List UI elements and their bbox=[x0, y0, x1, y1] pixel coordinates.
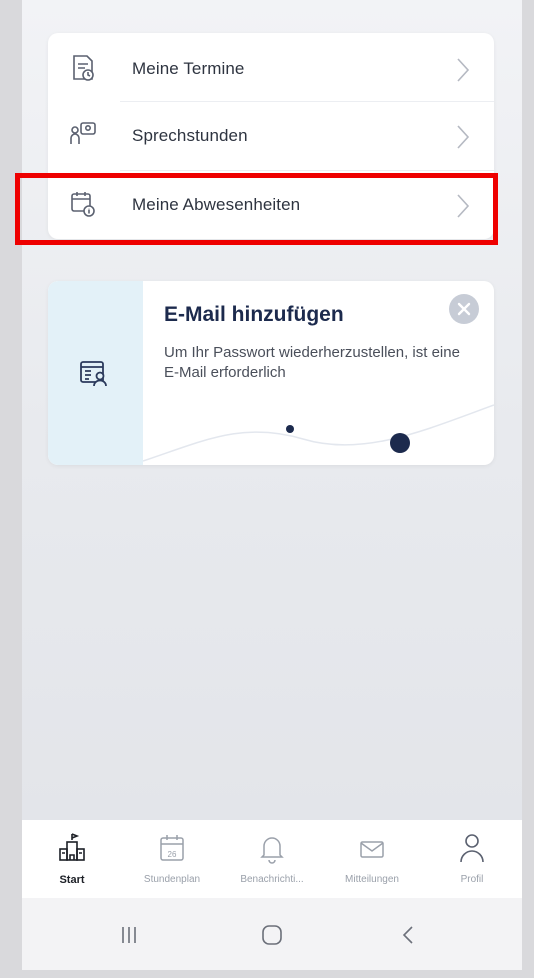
school-icon bbox=[59, 833, 85, 861]
chevron-right-icon bbox=[457, 58, 470, 82]
menu-item-label: Sprechstunden bbox=[132, 126, 248, 145]
bell-icon bbox=[260, 837, 284, 864]
tab-mitteilungen[interactable]: Mitteilungen bbox=[322, 820, 422, 898]
bottom-tab-bar: Start 26 Stundenplan Benachrichti... Mit… bbox=[22, 820, 522, 898]
promo-title: E-Mail hinzufügen bbox=[164, 303, 344, 326]
mail-icon bbox=[360, 841, 384, 858]
recent-apps-icon[interactable] bbox=[114, 920, 144, 950]
back-icon[interactable] bbox=[394, 920, 424, 950]
tab-label: Benachrichti... bbox=[240, 874, 304, 885]
close-icon[interactable] bbox=[448, 293, 480, 325]
svg-text:26: 26 bbox=[168, 850, 177, 859]
tab-profil[interactable]: Profil bbox=[422, 820, 522, 898]
home-icon[interactable] bbox=[257, 920, 287, 950]
tab-stundenplan[interactable]: 26 Stundenplan bbox=[122, 820, 222, 898]
menu-item-sprechstunden[interactable]: Sprechstunden bbox=[48, 102, 494, 170]
chevron-right-icon bbox=[457, 125, 470, 149]
calendar-icon: 26 bbox=[160, 835, 184, 861]
appointments-icon bbox=[73, 55, 94, 81]
consultation-icon bbox=[70, 122, 96, 144]
tab-benachrichtigungen[interactable]: Benachrichti... bbox=[222, 820, 322, 898]
profile-icon bbox=[460, 834, 484, 863]
tab-label: Start bbox=[59, 874, 85, 886]
tab-start[interactable]: Start bbox=[22, 820, 122, 898]
system-navigation-bar bbox=[22, 898, 522, 970]
promo-description: Um Ihr Passwort wiederherzustellen, ist … bbox=[164, 344, 460, 381]
app-screen: Meine Termine Sprechstunden Meine Abwese… bbox=[22, 0, 522, 970]
decorative-wave bbox=[143, 404, 494, 462]
promo-icon-panel bbox=[48, 281, 143, 465]
menu-item-label: Meine Termine bbox=[132, 59, 245, 78]
menu-item-meine-termine[interactable]: Meine Termine bbox=[48, 35, 494, 103]
tab-label: Profil bbox=[460, 874, 484, 885]
tab-label: Mitteilungen bbox=[345, 874, 399, 885]
contact-card-icon bbox=[80, 361, 107, 387]
highlight-box bbox=[15, 173, 498, 245]
tab-label: Stundenplan bbox=[143, 874, 201, 885]
email-promo-card[interactable]: E-Mail hinzufügen Um Ihr Passwort wieder… bbox=[48, 281, 494, 465]
